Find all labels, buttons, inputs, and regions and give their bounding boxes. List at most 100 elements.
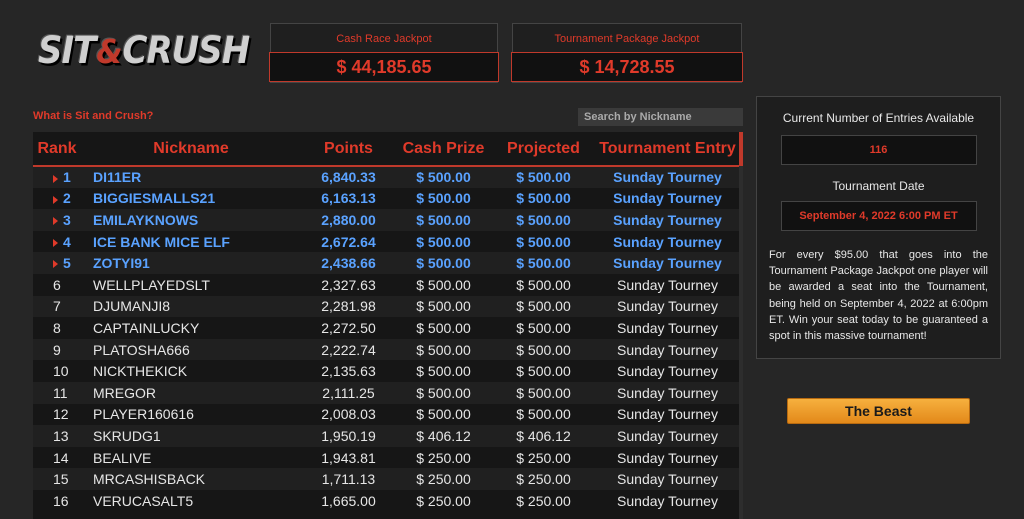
- points-cell: 1,950.19: [301, 425, 396, 447]
- nickname-cell-text: BIGGIESMALLS21: [93, 190, 216, 207]
- the-beast-button[interactable]: The Beast: [787, 398, 970, 424]
- cash-prize-cell: $ 500.00: [396, 274, 491, 296]
- projected-cell: $ 500.00: [491, 274, 596, 296]
- cash-prize-cell: $ 500.00: [396, 188, 491, 210]
- projected-cell: $ 500.00: [491, 296, 596, 318]
- rank-cell-text: 8: [53, 319, 61, 336]
- projected-cell-text: $ 500.00: [516, 298, 571, 315]
- tournament-entry-cell: Sunday Tourney: [596, 317, 739, 339]
- rank-cell-text: 14: [53, 449, 69, 466]
- rank-cell: 2: [33, 188, 81, 210]
- tournament-entry-cell-text: Sunday Tourney: [617, 492, 718, 509]
- points-cell-text: 1,950.19: [321, 427, 376, 444]
- projected-cell: $ 500.00: [491, 360, 596, 382]
- points-cell: 1,665.00: [301, 490, 396, 512]
- cash-prize-cell: $ 500.00: [396, 209, 491, 231]
- nickname-cell-text: EMILAYKNOWS: [93, 211, 199, 228]
- points-cell: 2,438.66: [301, 252, 396, 274]
- tournament-entry-cell: Sunday Tourney: [596, 339, 739, 361]
- tournament-entry-cell: Sunday Tourney: [596, 166, 739, 188]
- what-is-sit-and-crush-link[interactable]: What is Sit and Crush?: [33, 110, 153, 122]
- nickname-cell: MRCASHISBACK: [81, 468, 301, 490]
- entries-label: Current Number of Entries Available: [782, 111, 975, 125]
- rank-arrow-icon: [53, 174, 58, 183]
- projected-cell-text: $ 500.00: [516, 233, 571, 250]
- points-cell: 1,711.13: [301, 468, 396, 490]
- rank-cell: 8: [33, 317, 81, 339]
- projected-cell-text: $ 500.00: [516, 255, 571, 272]
- tournament-info-panel: Current Number of Entries Available 116 …: [756, 96, 1001, 359]
- rank-cell-text: 2: [63, 190, 71, 207]
- rank-cell: 9: [33, 339, 81, 361]
- cash-prize-cell-text: $ 500.00: [416, 169, 471, 186]
- projected-cell-text: $ 500.00: [516, 169, 571, 186]
- points-cell-text: 2,008.03: [321, 406, 376, 423]
- tournament-entry-cell-text: Sunday Tourney: [617, 384, 718, 401]
- cash-prize-cell: $ 500.00: [396, 360, 491, 382]
- rank-cell: 1: [33, 166, 81, 188]
- nickname-cell-text: PLAYER160616: [93, 406, 194, 423]
- points-cell-text: 2,880.00: [321, 211, 376, 228]
- nickname-cell-text: MREGOR: [93, 384, 156, 401]
- points-cell-text: 1,711.13: [321, 471, 376, 488]
- points-cell-text: 6,840.33: [321, 169, 376, 186]
- rank-cell: 12: [33, 404, 81, 426]
- header-nickname: Nickname: [81, 132, 301, 167]
- header-projected: Projected: [491, 132, 596, 167]
- cash-prize-cell: $ 500.00: [396, 339, 491, 361]
- points-cell: 2,327.63: [301, 274, 396, 296]
- nickname-cell: SKRUDG1: [81, 425, 301, 447]
- cash-prize-cell: $ 500.00: [396, 317, 491, 339]
- table-row: 8 CAPTAINLUCKY 2,272.50 $ 500.00 $ 500.00 Sun…: [33, 317, 739, 339]
- search-nickname-input[interactable]: [578, 108, 743, 126]
- nickname-cell: PLATOSHA666: [81, 339, 301, 361]
- projected-cell: $ 250.00: [491, 447, 596, 469]
- nickname-cell-text: CAPTAINLUCKY: [93, 319, 200, 336]
- header-cash-prize: Cash Prize: [396, 132, 491, 167]
- nickname-cell: ZOTYI91: [81, 252, 301, 274]
- cash-prize-cell: $ 250.00: [396, 447, 491, 469]
- rank-arrow-icon: [53, 238, 58, 247]
- tournament-entry-cell: Sunday Tourney: [596, 425, 739, 447]
- tournament-entry-cell-text: Sunday Tourney: [613, 190, 722, 207]
- points-cell-text: 2,111.25: [322, 384, 375, 401]
- table-row: 7 DJUMANJI8 2,281.98 $ 500.00 $ 500.00 Sunday…: [33, 295, 739, 318]
- tournament-entry-cell: Sunday Tourney: [596, 490, 739, 512]
- points-cell: 2,281.98: [301, 296, 396, 318]
- tournament-entry-cell-text: Sunday Tourney: [617, 363, 718, 380]
- rank-cell: 13: [33, 425, 81, 447]
- rank-cell-text: 6: [53, 276, 61, 293]
- scrollbar-thumb[interactable]: [739, 132, 743, 166]
- points-cell-text: 2,672.64: [321, 233, 376, 250]
- points-cell-text: 2,272.50: [321, 319, 376, 336]
- leaderboard-table: Rank Nickname Points Cash Prize Projecte…: [33, 132, 743, 519]
- tournament-package-jackpot: Tournament Package Jackpot $ 14,728.55: [511, 23, 743, 83]
- points-cell-text: 2,327.63: [321, 276, 376, 293]
- points-cell: 6,163.13: [301, 188, 396, 210]
- points-cell: 2,008.03: [301, 404, 396, 426]
- projected-cell-text: $ 500.00: [516, 276, 571, 293]
- cash-prize-cell-text: $ 500.00: [416, 363, 471, 380]
- sit-and-crush-logo: SIT&CRUSH: [38, 26, 258, 76]
- cash-prize-cell: $ 500.00: [396, 296, 491, 318]
- tournament-entry-cell: Sunday Tourney: [596, 231, 739, 253]
- tournament-entry-cell-text: Sunday Tourney: [617, 471, 718, 488]
- cash-race-jackpot-title: Cash Race Jackpot: [336, 33, 432, 45]
- projected-cell: $ 250.00: [491, 490, 596, 512]
- rank-cell-text: 11: [53, 384, 68, 401]
- cash-prize-cell: $ 500.00: [396, 382, 491, 404]
- projected-cell-text: $ 500.00: [516, 341, 571, 358]
- cash-prize-cell-text: $ 500.00: [416, 341, 471, 358]
- rank-cell: 16: [33, 490, 81, 512]
- nickname-cell-text: NICKTHEKICK: [93, 363, 188, 380]
- nickname-cell: MREGOR: [81, 382, 301, 404]
- rank-cell-text: 12: [53, 406, 69, 423]
- table-scrollbar[interactable]: [739, 132, 743, 519]
- cash-prize-cell-text: $ 500.00: [416, 190, 471, 207]
- cash-prize-cell: $ 250.00: [396, 490, 491, 512]
- points-cell-text: 1,665.00: [321, 492, 376, 509]
- projected-cell: $ 500.00: [491, 382, 596, 404]
- points-cell: 2,880.00: [301, 209, 396, 231]
- cash-prize-cell: $ 500.00: [396, 404, 491, 426]
- rank-cell: 11: [33, 382, 81, 404]
